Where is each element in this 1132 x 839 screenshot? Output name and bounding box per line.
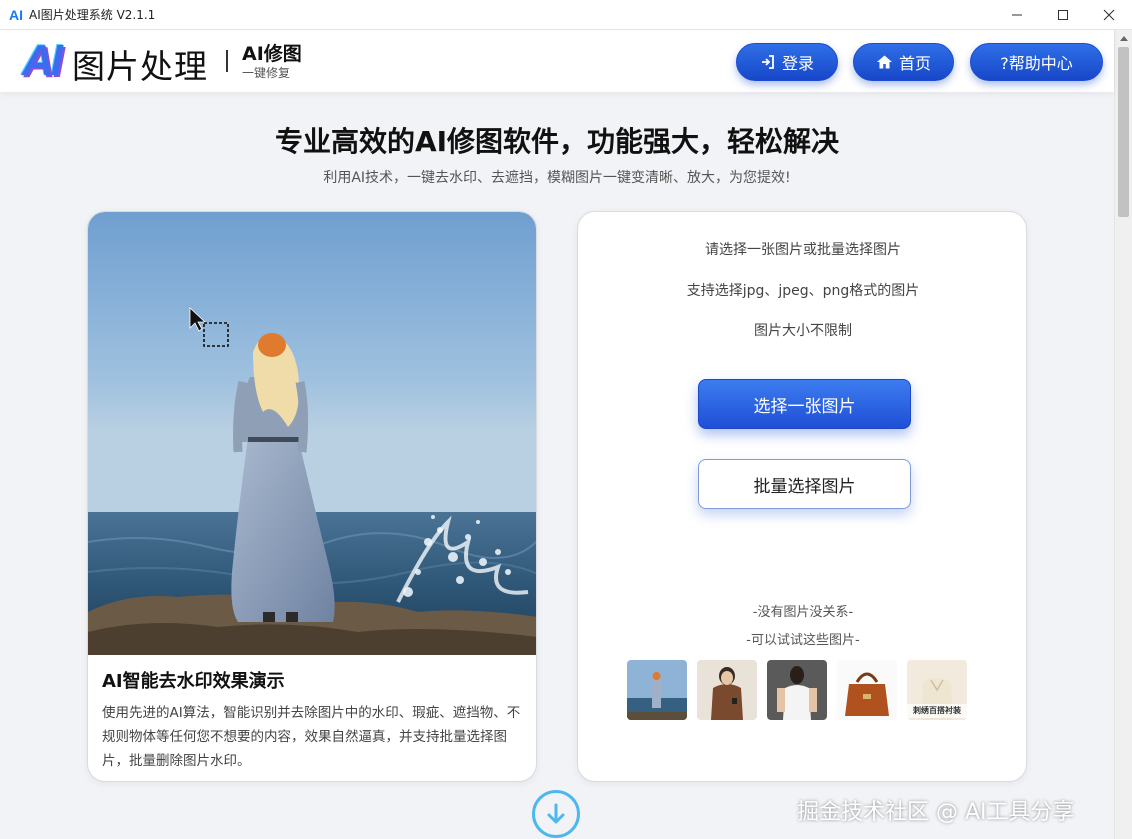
maximize-icon bbox=[1058, 10, 1068, 20]
sample-thumbnails: 刺绣百搭衬装 bbox=[627, 660, 977, 720]
demo-description: 使用先进的AI算法，智能识别并去除图片中的水印、瑕疵、遮挡物、不规则物体等任何您… bbox=[102, 705, 521, 769]
page-subline: 利用AI技术，一键去水印、去遮挡，模糊图片一键变清晰、放大，为您提效! bbox=[323, 170, 791, 186]
login-button[interactable]: 登录 bbox=[736, 43, 838, 81]
upload-tip-size: 图片大小不限制 bbox=[754, 323, 852, 339]
sample-white-top[interactable] bbox=[767, 660, 827, 720]
login-icon bbox=[761, 55, 774, 69]
window-title: AI图片处理系统 V2.1.1 bbox=[29, 8, 156, 22]
main-content: 专业高效的AI修图软件，功能强大，轻松解决 利用AI技术，一键去水印、去遮挡，模… bbox=[0, 92, 1114, 839]
watermark-text: 掘金技术社区 @ AI工具分享 bbox=[797, 800, 1075, 825]
upload-card: 请选择一张图片或批量选择图片 支持选择jpg、jpeg、png格式的图片 图片大… bbox=[577, 211, 1027, 782]
maximize-button[interactable] bbox=[1040, 0, 1086, 30]
minimize-icon bbox=[1012, 14, 1022, 16]
page-headline: 专业高效的AI修图软件，功能强大，轻松解决 bbox=[274, 125, 840, 158]
window-titlebar: AI AI图片处理系统 V2.1.1 bbox=[0, 0, 1132, 30]
help-center-button[interactable]: ?帮助中心 bbox=[970, 43, 1103, 81]
minimize-button[interactable] bbox=[994, 0, 1040, 30]
upload-tip-format: 支持选择jpg、jpeg、png格式的图片 bbox=[686, 283, 920, 299]
demo-title: AI智能去水印效果演示 bbox=[102, 671, 285, 692]
select-single-image-button[interactable]: 选择一张图片 bbox=[698, 379, 911, 429]
demo-card: AI智能去水印效果演示 使用先进的AI算法，智能识别并去除图片中的水印、瑕疵、遮… bbox=[87, 211, 537, 782]
app-header: AI 图片处理 AI修图 一键修复 登录 首页 ?帮助中心 bbox=[0, 30, 1114, 92]
app-name: 图片处理 bbox=[72, 47, 208, 86]
try-samples-hint: -可以试试这些图片- bbox=[746, 633, 860, 648]
app-logo-icon: AI bbox=[9, 6, 23, 23]
home-label: 首页 bbox=[898, 54, 931, 73]
sample-brown-sweater[interactable] bbox=[697, 660, 757, 720]
arrow-down-circle-icon bbox=[547, 803, 565, 824]
home-icon bbox=[876, 55, 892, 69]
batch-select-images-button[interactable]: 批量选择图片 bbox=[698, 459, 911, 509]
app-subtitle: AI修图 bbox=[242, 43, 302, 65]
no-image-hint: -没有图片没关系- bbox=[752, 605, 854, 620]
demo-image bbox=[88, 212, 536, 655]
close-icon bbox=[1103, 9, 1115, 21]
upload-tip-select: 请选择一张图片或批量选择图片 bbox=[705, 242, 901, 258]
sample-shirt-caption: 刺绣百搭衬装 bbox=[913, 706, 961, 715]
seaside-woman-photo bbox=[88, 212, 536, 655]
sample-handbag[interactable] bbox=[837, 660, 897, 720]
app-subcaption: 一键修复 bbox=[242, 66, 291, 80]
help-label: ?帮助中心 bbox=[1000, 54, 1073, 73]
close-button[interactable] bbox=[1086, 0, 1132, 30]
header-divider bbox=[226, 50, 228, 72]
scrollbar-thumb[interactable] bbox=[1118, 47, 1129, 217]
login-label: 登录 bbox=[781, 54, 814, 73]
scroll-up-arrow-icon[interactable] bbox=[1115, 30, 1132, 46]
sample-seaside-woman[interactable] bbox=[627, 660, 687, 720]
scroll-down-button[interactable] bbox=[532, 790, 580, 838]
sample-shirt[interactable]: 刺绣百搭衬装 bbox=[907, 660, 967, 720]
vertical-scrollbar[interactable] bbox=[1114, 30, 1132, 839]
brand-logo: AI bbox=[22, 36, 63, 85]
home-button[interactable]: 首页 bbox=[853, 43, 954, 81]
